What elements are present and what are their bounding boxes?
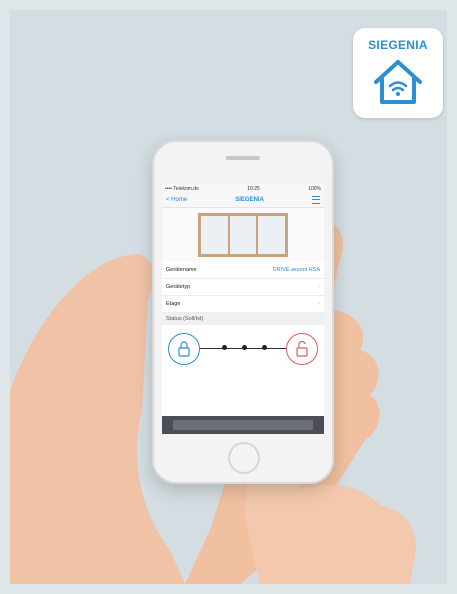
chevron-right-icon: ›	[318, 301, 320, 307]
status-bar: •••• Telekom.de 10:25 100%	[162, 184, 324, 193]
menu-icon[interactable]	[312, 196, 320, 204]
slider-step[interactable]	[242, 345, 247, 350]
carrier: •••• Telekom.de	[165, 185, 199, 192]
action-button[interactable]	[173, 420, 313, 430]
scene: SIEGENIA •••• Telekom.de 10:25 100% < Ho…	[10, 10, 447, 584]
smartphone: •••• Telekom.de 10:25 100% < Home SIEGEN…	[152, 140, 334, 484]
nav-title: SIEGENIA	[235, 197, 264, 203]
smart-home-wifi-icon	[374, 60, 422, 104]
window-pane	[230, 216, 259, 254]
phone-screen: •••• Telekom.de 10:25 100% < Home SIEGEN…	[162, 184, 324, 434]
back-button[interactable]: < Home	[166, 197, 187, 203]
lock-slider[interactable]	[162, 325, 324, 373]
unlocked-icon[interactable]	[286, 333, 318, 365]
row-label: Gerätetyp	[166, 284, 191, 290]
row-device-name[interactable]: Gerätename DRIVE axxent HSA	[162, 262, 324, 279]
app-icon-badge: SIEGENIA	[353, 28, 443, 118]
row-floor[interactable]: Etage ›	[162, 296, 324, 313]
home-button[interactable]	[228, 442, 260, 474]
slider-step[interactable]	[222, 345, 227, 350]
slider-step[interactable]	[262, 345, 267, 350]
window-preview	[162, 208, 324, 262]
clock: 10:25	[247, 185, 260, 192]
nav-bar: < Home SIEGENIA	[162, 193, 324, 208]
device-properties-list: Gerätename DRIVE axxent HSA Gerätetyp › …	[162, 262, 324, 313]
row-label: Gerätename	[166, 267, 197, 273]
window-pane	[201, 216, 230, 254]
window-pane	[258, 216, 285, 254]
phone-speaker	[226, 156, 260, 160]
row-label: Etage	[166, 301, 181, 307]
chevron-right-icon: ›	[318, 284, 320, 290]
battery: 100%	[308, 185, 321, 192]
bottom-action-bar[interactable]	[162, 416, 324, 434]
window-frame-image	[198, 213, 288, 257]
row-device-type[interactable]: Gerätetyp ›	[162, 279, 324, 296]
locked-icon[interactable]	[168, 333, 200, 365]
status-section-header: Status (Soll/Ist)	[162, 313, 324, 325]
row-value: DRIVE axxent HSA	[272, 267, 320, 273]
brand-logo: SIEGENIA	[368, 38, 428, 52]
